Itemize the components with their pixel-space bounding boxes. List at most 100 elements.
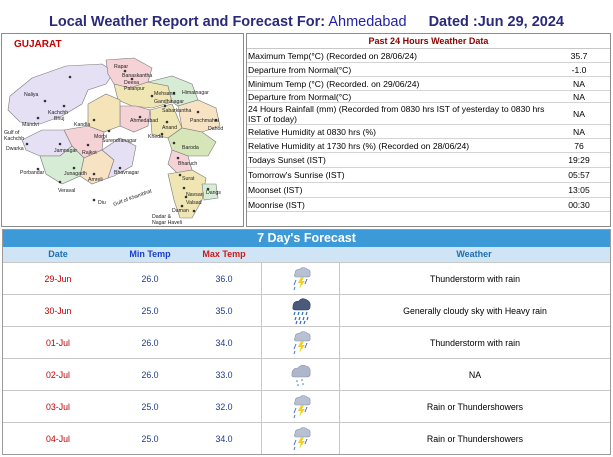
past-24h-label: Moonrise (IST) xyxy=(248,199,305,210)
past-24h-value: 76 xyxy=(574,140,584,151)
forecast-icon-cell xyxy=(261,263,340,294)
svg-text:Kheda: Kheda xyxy=(148,134,163,140)
past-24h-label: Relative Humidity at 0830 hrs (%) xyxy=(248,126,376,137)
svg-text:Navsari: Navsari xyxy=(186,192,204,198)
title-label: Local Weather Report and Forecast For: xyxy=(49,14,326,30)
forecast-header-row: Date Min Temp Max Temp Weather xyxy=(3,247,610,262)
past-24h-label: Departure from Normal(°C) xyxy=(248,64,352,75)
svg-text:Panchmahal: Panchmahal xyxy=(190,118,219,124)
forecast-weather: Generally cloudy sky with Heavy rain xyxy=(403,305,547,316)
past-24h-value: -1.0 xyxy=(571,64,587,75)
gujarat-map: Rapar Banaskantha Deesa Palanpur Naliya … xyxy=(1,33,244,227)
past-24h-value: 13:05 xyxy=(568,185,590,195)
past-24h-title: Past 24 Hours Weather Data xyxy=(247,34,610,49)
past-24h-row: Todays Sunset (IST) 19:29 xyxy=(247,153,610,168)
past-24h-label: Relative Humidity at 1730 hrs (%) (Recor… xyxy=(248,140,470,151)
thunderstorm-icon xyxy=(293,426,310,450)
forecast-weather: Rain or Thundershowers xyxy=(426,433,524,444)
svg-text:Ahmedabad: Ahmedabad xyxy=(130,118,158,124)
city-name[interactable]: Ahmedabad xyxy=(328,14,406,30)
past-24h-row: Relative Humidity at 1730 hrs (%) (Recor… xyxy=(247,139,610,153)
forecast-date: 03-Jul xyxy=(46,401,70,412)
forecast-min-temp: 25.0 xyxy=(141,305,159,316)
forecast-icon-cell xyxy=(261,423,340,454)
past-24h-label: Tomorrow's Sunrise (IST) xyxy=(248,170,345,180)
svg-text:Dangs: Dangs xyxy=(206,190,221,196)
past-24h-value: 19:29 xyxy=(568,155,590,165)
thunderstorm-icon xyxy=(293,330,310,354)
header-icon xyxy=(261,247,338,262)
report-date: Dated :Jun 29, 2024 xyxy=(428,14,564,30)
past-24h-value: NA xyxy=(573,91,585,102)
past-24h-label: 24 Hours Rainfall (mm) (Recorded from 08… xyxy=(248,103,545,124)
forecast-weather: Thunderstorm with rain xyxy=(430,273,520,284)
past-24h-value: NA xyxy=(573,126,585,137)
past-24h-row: Minimum Temp (°C) (Recorded. on 29/06/24… xyxy=(247,77,610,91)
past-24h-rows: Maximum Temp(°C) (Recorded on 28/06/24) 3… xyxy=(247,49,610,212)
past-24h-label: Departure from Normal(°C) xyxy=(248,91,352,102)
svg-text:Bhuj: Bhuj xyxy=(54,116,64,122)
forecast-date: 02-Jul xyxy=(46,369,70,380)
svg-text:Kandla: Kandla xyxy=(74,122,90,128)
forecast-max-temp: 35.0 xyxy=(215,305,233,316)
past-24h-value: NA xyxy=(573,108,585,119)
forecast-date: 30-Jun xyxy=(44,305,72,316)
svg-text:Amreli: Amreli xyxy=(88,177,103,183)
forecast-date: 29-Jun xyxy=(44,273,72,284)
forecast-date: 01-Jul xyxy=(46,337,70,348)
header-max-temp: Max Temp xyxy=(202,249,246,259)
past-24h-value: 05:57 xyxy=(568,170,590,180)
past-24h-row: Moonset (IST) 13:05 xyxy=(247,183,610,198)
svg-text:Junagadh: Junagadh xyxy=(64,171,87,177)
svg-text:Dwarka: Dwarka xyxy=(6,146,24,152)
past-24h-row: 24 Hours Rainfall (mm) (Recorded from 08… xyxy=(247,103,610,125)
svg-text:Sabarkantha: Sabarkantha xyxy=(162,108,192,114)
svg-text:Rapar: Rapar xyxy=(114,64,128,70)
forecast-title: 7 Day's Forecast xyxy=(3,230,610,247)
svg-text:Diu: Diu xyxy=(98,200,106,206)
header-date: Date xyxy=(48,249,68,259)
map-title: GUJARAT xyxy=(14,39,62,50)
svg-text:Himatnagar: Himatnagar xyxy=(182,90,209,96)
forecast-date: 04-Jul xyxy=(46,433,70,444)
svg-text:Mehsana: Mehsana xyxy=(154,91,175,97)
past-24h-label: Minimum Temp (°C) (Recorded. on 29/06/24… xyxy=(248,78,420,89)
past-24h-value: NA xyxy=(573,78,585,89)
past-24h-value: 35.7 xyxy=(570,50,588,61)
forecast-row: 29-Jun 26.0 36.0 Thunderstorm with rain xyxy=(3,262,610,294)
svg-text:Rajkot: Rajkot xyxy=(82,150,97,156)
thunderstorm-icon xyxy=(293,266,310,290)
forecast-max-temp: 33.0 xyxy=(215,369,233,380)
svg-text:Gandhinagar: Gandhinagar xyxy=(154,99,184,105)
forecast-rows: 29-Jun 26.0 36.0 Thunderstorm with rain 30-J… xyxy=(3,262,610,454)
svg-text:Surat: Surat xyxy=(182,176,195,182)
forecast-max-temp: 34.0 xyxy=(215,433,233,444)
forecast-icon-cell xyxy=(261,295,340,326)
svg-text:Daman: Daman xyxy=(172,208,189,214)
light-rain-cloud-icon xyxy=(291,364,310,386)
thunderstorm-icon xyxy=(293,394,310,418)
past-24h-label: Todays Sunset (IST) xyxy=(248,155,326,165)
svg-text:Bharuch: Bharuch xyxy=(178,161,197,167)
forecast-weather: Rain or Thundershowers xyxy=(426,401,524,412)
forecast-row: 04-Jul 25.0 34.0 Rain or Thundershowers xyxy=(3,422,610,454)
heavy-rain-cloud-icon xyxy=(292,297,310,324)
svg-text:Bhavnagar: Bhavnagar xyxy=(114,170,139,176)
past-24h-label: Moonset (IST) xyxy=(248,185,303,195)
past-24h-row: Departure from Normal(°C) -1.0 xyxy=(247,63,610,77)
svg-text:Mandvi: Mandvi xyxy=(22,122,39,128)
forecast-icon-cell xyxy=(261,391,340,422)
forecast-weather: NA xyxy=(468,369,482,380)
svg-text:Anand: Anand xyxy=(162,125,177,131)
forecast-row: 02-Jul 26.0 33.0 NA xyxy=(3,358,610,390)
svg-text:Palanpur: Palanpur xyxy=(124,86,145,92)
svg-text:Naliya: Naliya xyxy=(24,92,39,98)
past-24h-row: Departure from Normal(°C) NA xyxy=(247,91,610,103)
past-24h-row: Tomorrow's Sunrise (IST) 05:57 xyxy=(247,168,610,183)
svg-text:Nagar Haveli: Nagar Haveli xyxy=(152,220,182,226)
forecast-min-temp: 26.0 xyxy=(141,369,159,380)
forecast-max-temp: 34.0 xyxy=(215,337,233,348)
svg-text:Porbandar: Porbandar xyxy=(20,170,44,176)
forecast-max-temp: 32.0 xyxy=(215,401,233,412)
svg-text:Surendranagar: Surendranagar xyxy=(102,138,137,144)
